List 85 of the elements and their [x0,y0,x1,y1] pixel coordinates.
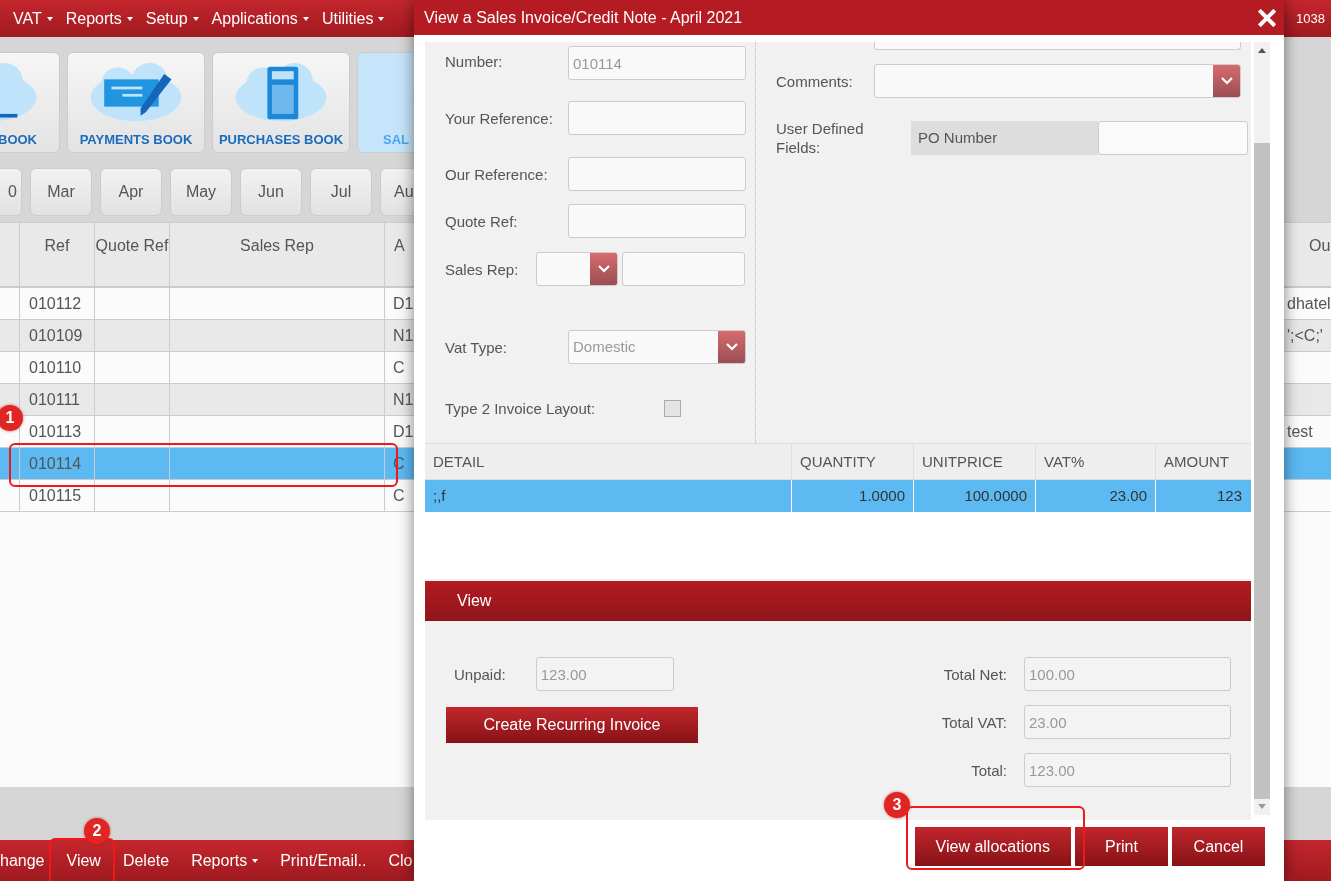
table-cell: 100.0000 [914,480,1036,512]
toolbar-item[interactable]: Reports [180,851,270,870]
menu-item[interactable]: VAT [13,9,53,28]
table-cell-text: 123 [1215,486,1243,506]
table-cell: N1 [393,391,414,408]
month-button[interactable]: May [170,168,232,216]
toolbar-item[interactable]: Delete [111,851,181,870]
table-row[interactable]: ;,f 1.0000 100.0000 23.00 123 [425,480,1251,512]
month-button[interactable]: 0 [0,168,22,216]
column-header[interactable]: Ref [20,223,95,286]
table-cell: D1 [393,295,414,312]
month-button[interactable]: Jun [240,168,302,216]
column-header[interactable]: Quote Ref [95,223,170,286]
table-cell: C [393,487,405,504]
menu-item[interactable]: Reports [65,9,133,28]
table-cell: D1 [393,423,414,440]
field-label: Total: [970,761,1007,779]
scroll-up-icon[interactable] [1257,47,1267,53]
field-label: User Defined Fields: [776,119,865,157]
table-cell: ';<C;' [1287,327,1323,344]
field-label: Quote Ref: [445,211,519,231]
table-cell: C [393,359,405,376]
table-cell: test [1287,423,1313,440]
column-header[interactable]: DETAIL [425,444,792,479]
table-cell: 010115 [20,480,95,511]
menu-item[interactable]: Utilities [321,9,385,28]
text-field[interactable] [568,157,746,191]
text-field[interactable] [622,252,745,286]
toolbar-item[interactable]: Print/Email.. [269,851,378,870]
table-cell: 010114 [20,448,95,479]
table-cell: ;,f [425,480,792,512]
field-label: Your Reference: [445,108,553,128]
dropdown-field[interactable] [536,252,618,286]
dialog-button[interactable]: View allocations [914,827,1071,866]
checkbox[interactable] [664,399,681,417]
scroll-down-icon[interactable] [1257,804,1267,810]
book-tile[interactable]: PURCHASES BOOK [212,52,350,153]
callout-badge: 2 [84,818,110,844]
text-field[interactable] [568,204,746,238]
table-cell: 1.0000 [792,480,914,512]
create-recurring-button[interactable]: Create Recurring Invoice [446,707,698,743]
section-tab[interactable]: View [457,592,492,610]
month-button[interactable]: Jul [310,168,372,216]
column-header[interactable]: AMOUNT [1156,444,1250,479]
table-cell: 010109 [20,320,95,351]
table-cell: N1 [393,327,414,344]
field-label: Total VAT: [940,713,1007,731]
chevron-down-icon [596,264,611,274]
dialog-button[interactable]: Print [1075,827,1168,866]
field-label: Unpaid: [454,665,506,683]
dialog-button[interactable]: Cancel [1172,827,1265,866]
scrollbar[interactable] [1254,42,1270,815]
menu-item[interactable]: Applications [211,9,309,28]
account-number: 1038 [1296,11,1326,26]
text-field[interactable] [874,42,1241,50]
column-header[interactable]: UNITPRICE [914,444,1036,479]
text-field[interactable] [568,101,746,135]
field-label: Vat Type: [445,337,508,357]
chevron-down-icon [724,342,739,352]
field-label: Comments: [776,71,854,91]
table-cell: dhatel [1287,295,1331,312]
field-label: Sales Rep: [445,259,520,279]
close-icon[interactable] [1258,8,1276,27]
book-tile[interactable]: PAYMENTS BOOK [67,52,205,153]
toolbar-item[interactable]: hange [0,851,56,870]
table-cell: 23.00 [1036,480,1156,512]
month-button[interactable]: Apr [100,168,162,216]
toolbar-item[interactable]: View [55,851,112,870]
field-label: Our Reference: [445,164,549,184]
column-header[interactable]: Ou [1284,223,1331,286]
month-button[interactable]: Mar [30,168,92,216]
field-name: PO Number [911,121,1098,155]
field-label: Number: [445,52,504,71]
field-label: Total Net: [942,665,1007,683]
chevron-down-icon [1219,76,1234,86]
column-header[interactable]: Sales Rep [170,223,385,286]
field-label: Type 2 Invoice Layout: [445,398,597,418]
table-cell: 010110 [20,352,95,383]
dialog-title: View a Sales Invoice/Credit Note - April 2021 [424,8,743,27]
table-cell: 010112 [20,288,95,319]
column-header[interactable]: VAT% [1036,444,1156,479]
menu-item[interactable]: Setup [145,9,199,28]
text-field[interactable] [1098,121,1248,155]
comments-dropdown[interactable] [874,64,1241,98]
column-header[interactable]: QUANTITY [792,444,914,479]
